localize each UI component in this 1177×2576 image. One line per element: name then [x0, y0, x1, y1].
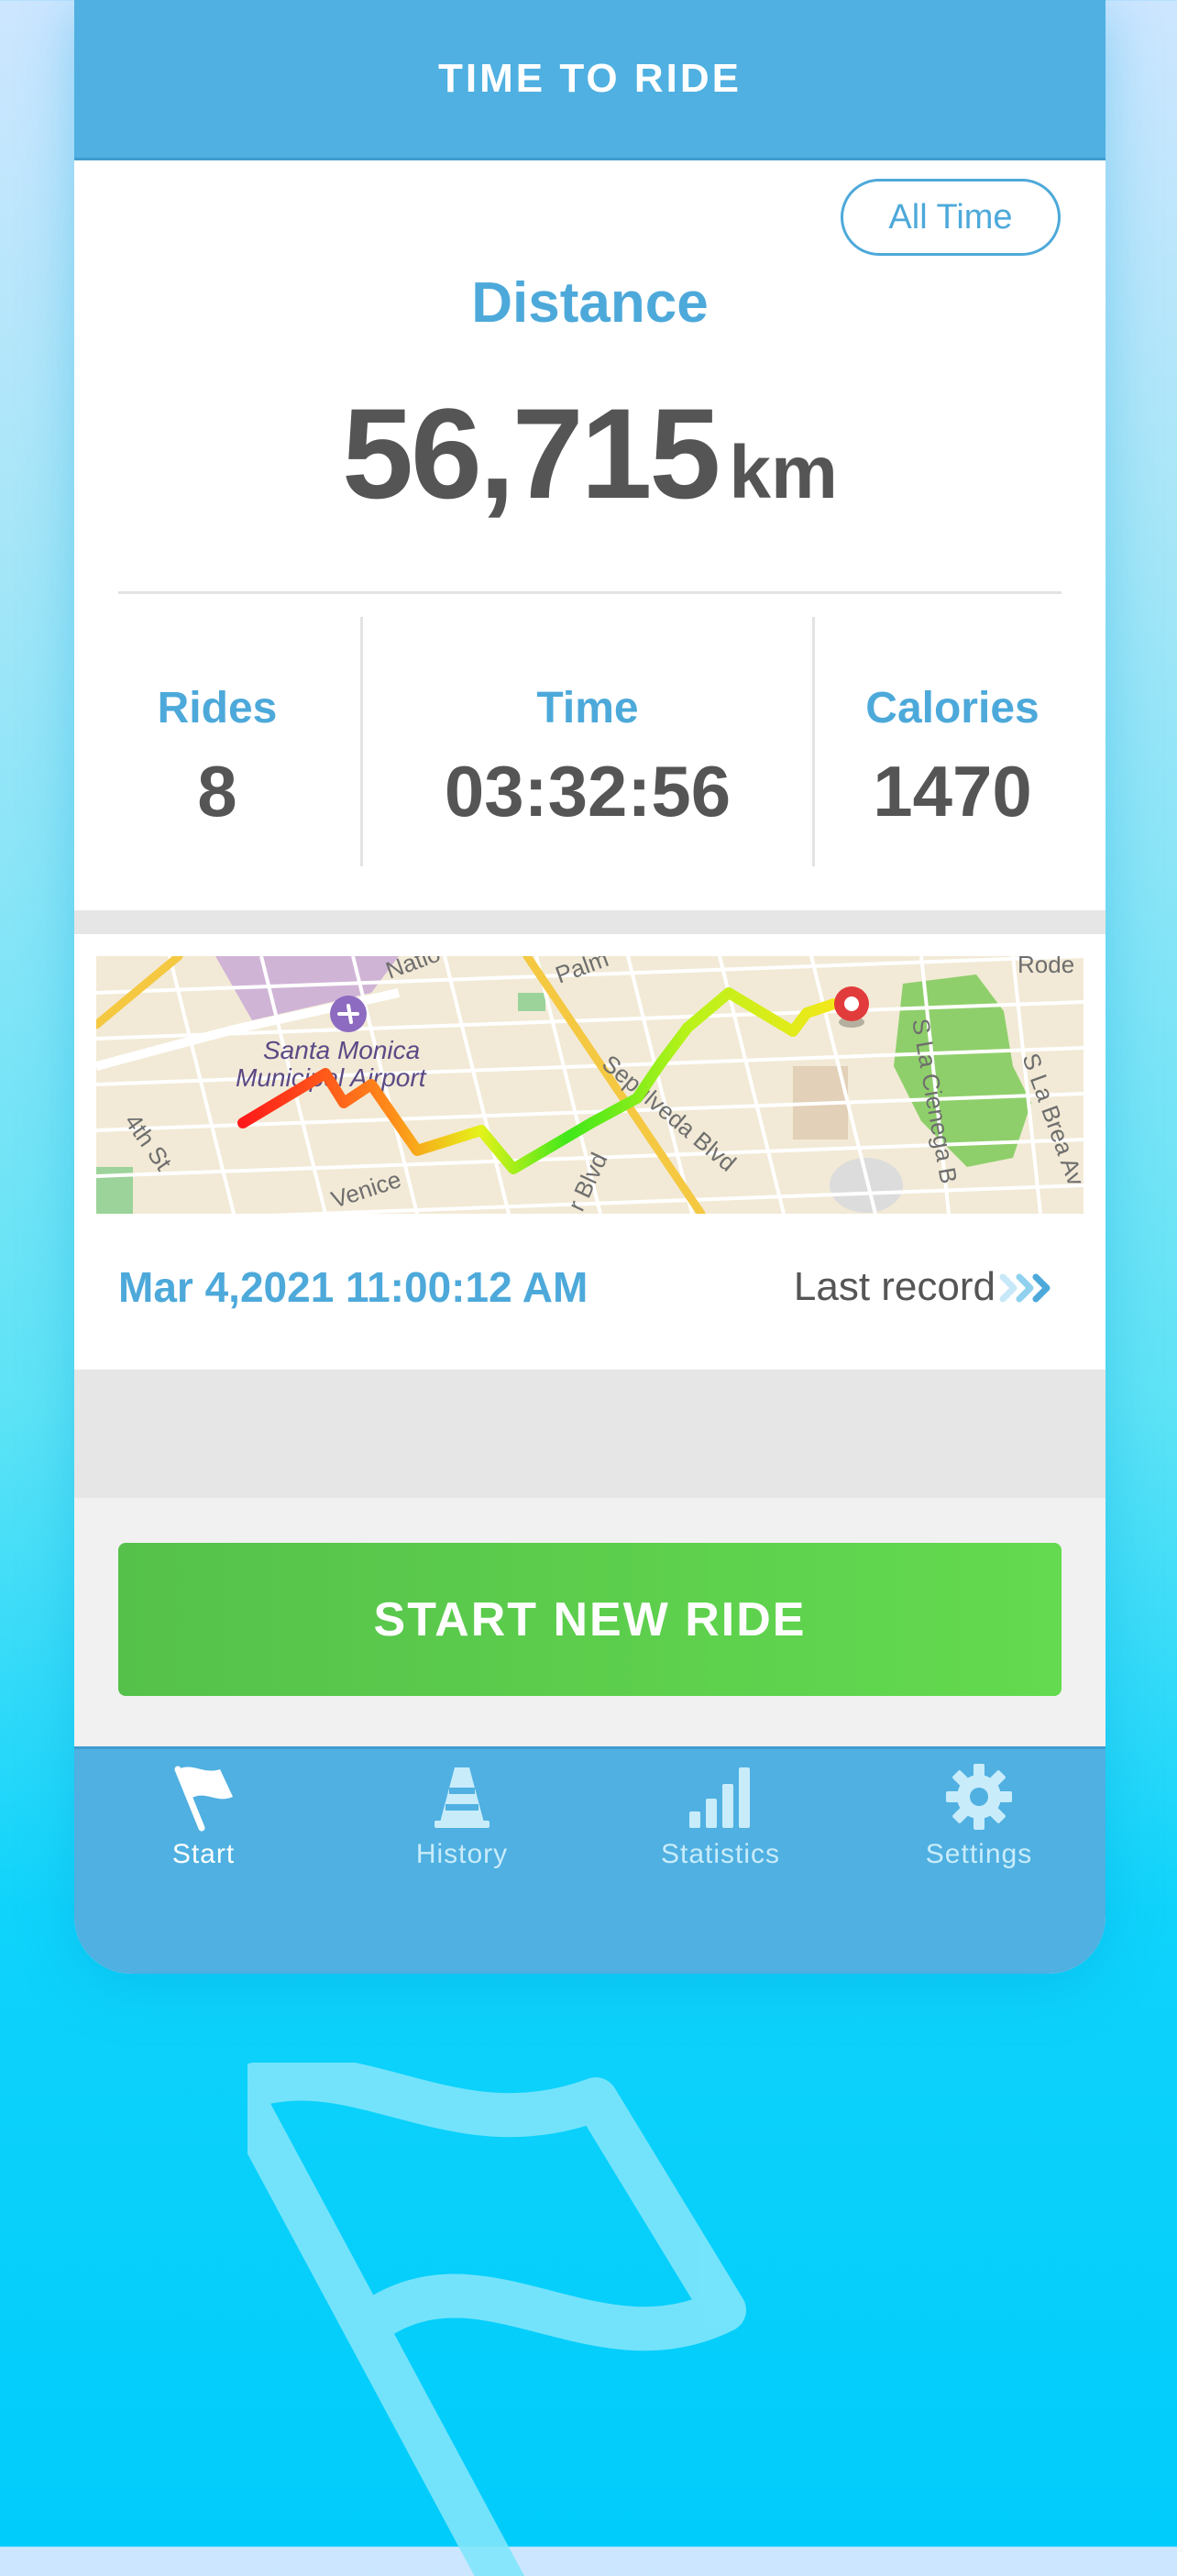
tab-label: Statistics — [660, 1839, 781, 1869]
cone-icon — [434, 1767, 490, 1828]
park-area — [518, 993, 545, 1011]
stat-label: Rides — [157, 684, 278, 732]
section-spacer — [74, 910, 1106, 934]
chevrons-right-icon[interactable] — [997, 1270, 1062, 1306]
distance-unit: km — [729, 431, 838, 514]
tab-label: History — [415, 1839, 509, 1869]
stat-value: 03:32:56 — [444, 751, 732, 831]
background-flag-icon — [248, 2063, 746, 2576]
divider — [118, 591, 1062, 594]
start-new-ride-button[interactable]: START NEW RIDE — [118, 1543, 1062, 1696]
building-area — [830, 1158, 903, 1213]
stat-label: Time — [536, 684, 639, 732]
summary-card: All Time Distance 56,715 km Rides 8 Time … — [74, 160, 1106, 910]
last-ride-card[interactable]: Santa Monica Municipal Airport 4th St Ve… — [74, 934, 1106, 1370]
stat-time: Time 03:32:56 — [363, 683, 812, 833]
map-label: Santa Monica — [263, 1036, 420, 1064]
map-label: Rode — [1018, 956, 1074, 978]
tab-start[interactable]: Start — [74, 1760, 333, 1907]
stat-rides: Rides 8 — [74, 683, 360, 833]
section-spacer — [74, 1370, 1106, 1498]
all-time-filter-button[interactable]: All Time — [841, 179, 1061, 256]
route-map[interactable]: Santa Monica Municipal Airport 4th St Ve… — [96, 956, 1084, 1214]
stat-value: 1470 — [873, 751, 1032, 831]
flag-icon — [174, 1766, 233, 1832]
tab-settings[interactable]: Settings — [850, 1760, 1106, 1907]
app-header: TIME TO RIDE — [74, 0, 1106, 160]
stat-value: 8 — [197, 751, 237, 831]
distance-label: Distance — [471, 271, 709, 335]
route-map-graphic: Santa Monica Municipal Airport 4th St Ve… — [96, 956, 1084, 1214]
stat-calories: Calories 1470 — [815, 683, 1090, 833]
route-end-pin-icon — [834, 986, 869, 1028]
tab-label: Start — [171, 1839, 236, 1869]
tab-bar: Start History Statistics Settings — [74, 1746, 1106, 1974]
gear-icon — [946, 1764, 1012, 1830]
tab-history[interactable]: History — [333, 1760, 591, 1907]
bar-chart-icon — [689, 1767, 750, 1828]
distance-total: 56,715 km — [74, 390, 1106, 518]
distance-value: 56,715 — [342, 381, 720, 525]
stat-label: Calories — [865, 684, 1040, 732]
tab-statistics[interactable]: Statistics — [591, 1760, 850, 1907]
last-ride-datetime: Mar 4,2021 11:00:12 AM — [118, 1263, 588, 1311]
app-screen: TIME TO RIDE All Time Distance 56,715 km … — [74, 0, 1106, 1974]
app-title: TIME TO RIDE — [438, 56, 742, 101]
last-record-link[interactable]: Last record — [794, 1264, 996, 1310]
tab-label: Settings — [925, 1839, 1033, 1869]
